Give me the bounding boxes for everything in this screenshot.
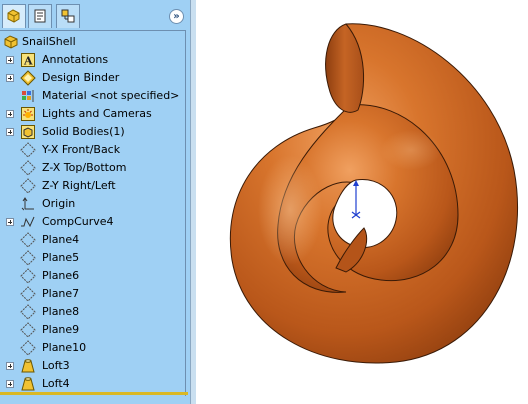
tree-root-snailshell[interactable]: SnailShell xyxy=(0,33,184,51)
configurationmanager-tab[interactable] xyxy=(56,4,80,28)
plane-icon xyxy=(20,232,36,248)
tree-item[interactable]: Loft3 xyxy=(0,357,184,375)
tree-item[interactable]: Solid Bodies(1) xyxy=(0,123,184,141)
curve-icon xyxy=(20,214,36,230)
featuremanager-tab[interactable] xyxy=(2,4,26,28)
specular-highlight xyxy=(258,155,322,265)
tree-item[interactable]: Plane7 xyxy=(0,285,184,303)
tree-item[interactable]: Plane4 xyxy=(0,231,184,249)
origin-icon xyxy=(20,196,36,212)
tree-item-label: Material <not specified> xyxy=(42,89,180,102)
graphics-area[interactable] xyxy=(196,0,528,404)
tree-item-label: Loft3 xyxy=(42,359,70,372)
tree-item-label: Y-X Front/Back xyxy=(42,143,121,156)
expand-toggle[interactable] xyxy=(6,56,14,64)
tree-item-label: Design Binder xyxy=(42,71,120,84)
propertymanager-icon xyxy=(34,9,46,23)
plane-icon xyxy=(20,250,36,266)
specular-highlight xyxy=(381,130,441,170)
tree-item-label: Origin xyxy=(42,197,76,210)
tree-item-label: Z-X Top/Bottom xyxy=(42,161,127,174)
feature-tree: SnailShell A Annotations Design Binder Mate… xyxy=(0,30,186,396)
expand-toggle[interactable] xyxy=(6,380,14,388)
pane-bottom-border xyxy=(0,392,188,395)
material-icon xyxy=(20,88,36,104)
tree-item[interactable]: Lights and Cameras xyxy=(0,105,184,123)
loft-icon xyxy=(20,376,36,392)
tree-root-label: SnailShell xyxy=(22,35,76,48)
plane-icon xyxy=(20,160,36,176)
tree-item-label: Solid Bodies(1) xyxy=(42,125,125,138)
tree-item[interactable]: Z-Y Right/Left xyxy=(0,177,184,195)
tree-item[interactable]: Z-X Top/Bottom xyxy=(0,159,184,177)
tree-item-label: Plane6 xyxy=(42,269,80,282)
collapse-pane-button[interactable]: » xyxy=(169,9,184,24)
tree-item[interactable]: Origin xyxy=(0,195,184,213)
tree-item-label: Plane7 xyxy=(42,287,80,300)
expand-toggle[interactable] xyxy=(6,362,14,370)
tree-item-label: Annotations xyxy=(42,53,109,66)
plane-icon xyxy=(20,286,36,302)
svg-text:A: A xyxy=(23,55,33,68)
tree-item[interactable]: A Annotations xyxy=(0,51,184,69)
plane-icon xyxy=(20,178,36,194)
tree-item-label: Lights and Cameras xyxy=(42,107,152,120)
propertymanager-tab[interactable] xyxy=(28,4,52,28)
design-binder-icon xyxy=(20,70,36,86)
featuremanager-icon xyxy=(7,9,20,23)
plane-icon xyxy=(20,340,36,356)
plane-icon xyxy=(20,268,36,284)
tree-item[interactable]: Loft4 xyxy=(0,375,184,393)
tree-item[interactable]: Design Binder xyxy=(0,69,184,87)
plane-icon xyxy=(20,142,36,158)
plane-icon xyxy=(20,304,36,320)
snail-shell-model[interactable] xyxy=(196,0,528,404)
tree-item-label: Loft4 xyxy=(42,377,70,390)
tree-item[interactable]: CompCurve4 xyxy=(0,213,184,231)
tree-item-label: Plane9 xyxy=(42,323,80,336)
tree-item-label: Plane10 xyxy=(42,341,87,354)
tree-item[interactable]: Plane10 xyxy=(0,339,184,357)
part-icon xyxy=(3,34,19,50)
expand-toggle[interactable] xyxy=(6,218,14,226)
tree-item[interactable]: Y-X Front/Back xyxy=(0,141,184,159)
configurationmanager-icon xyxy=(61,9,75,23)
tree-item[interactable]: Plane6 xyxy=(0,267,184,285)
solid-bodies-icon xyxy=(20,124,36,140)
expand-toggle[interactable] xyxy=(6,110,14,118)
expand-toggle[interactable] xyxy=(6,74,14,82)
tree-item[interactable]: Plane8 xyxy=(0,303,184,321)
tree-item[interactable]: Plane9 xyxy=(0,321,184,339)
manager-tab-bar: » xyxy=(0,0,190,30)
tree-item-label: Plane5 xyxy=(42,251,80,264)
tree-item-label: CompCurve4 xyxy=(42,215,114,228)
tree-item-label: Plane4 xyxy=(42,233,80,246)
expand-toggle[interactable] xyxy=(6,128,14,136)
feature-manager-pane: » SnailShell A Annotations Design Binder Ma… xyxy=(0,0,190,404)
tree-item-label: Plane8 xyxy=(42,305,80,318)
plane-icon xyxy=(20,322,36,338)
annotations-icon: A xyxy=(20,52,36,68)
tree-item-label: Z-Y Right/Left xyxy=(42,179,116,192)
tree-item[interactable]: Material <not specified> xyxy=(0,87,184,105)
loft-icon xyxy=(20,358,36,374)
lights-icon xyxy=(20,106,36,122)
tree-item[interactable]: Plane5 xyxy=(0,249,184,267)
